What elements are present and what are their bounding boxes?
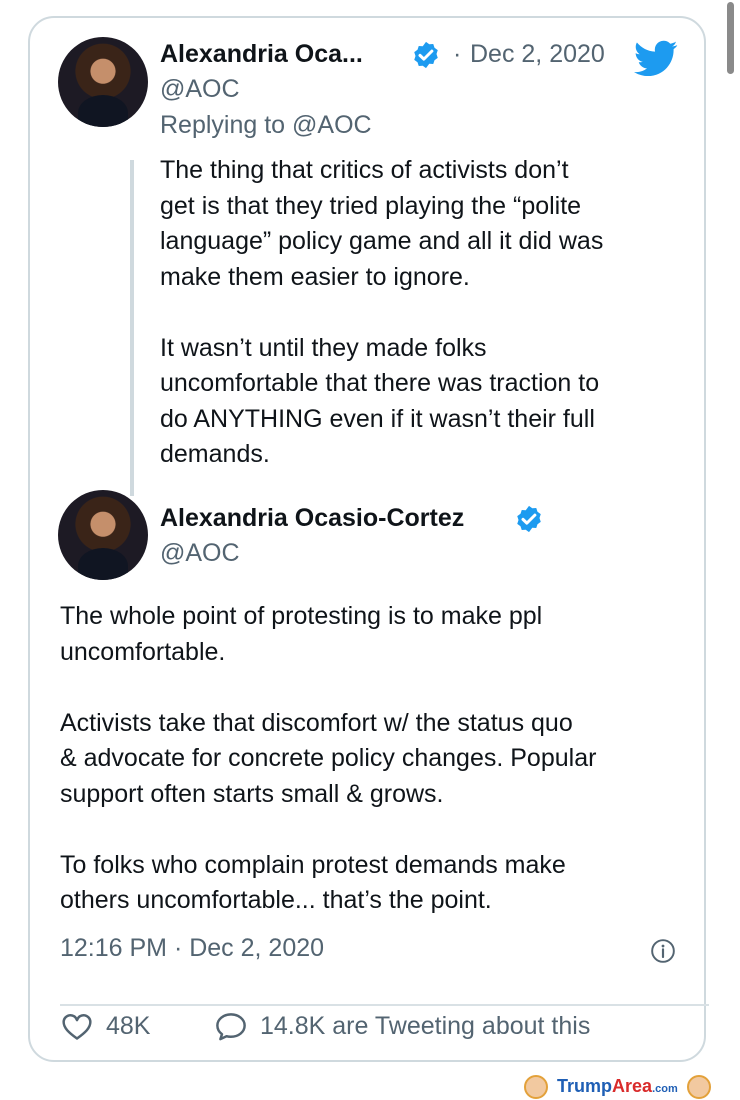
heart-icon [62, 1014, 92, 1040]
watermark-face-icon [524, 1075, 548, 1099]
twitter-bird-icon[interactable] [634, 40, 678, 78]
reply-bubble-icon [216, 1013, 246, 1041]
first-tweet-avatar[interactable] [58, 37, 148, 127]
watermark-brand-accent: Area [612, 1075, 653, 1096]
page-scrollbar[interactable] [727, 2, 734, 74]
engagement-divider [60, 1004, 709, 1006]
first-tweet-handle[interactable]: @AOC [160, 75, 240, 104]
first-tweet-date[interactable]: Dec 2, 2020 [470, 40, 605, 69]
watermark-brand-main: Trump [557, 1075, 613, 1096]
watermark-face-icon-right [686, 1075, 711, 1099]
first-tweet-body: The thing that critics of activists don’… [160, 156, 604, 468]
main-tweet-timestamp[interactable]: 12:16 PM · Dec 2, 2020 [60, 934, 324, 963]
like-count: 48K [106, 1011, 151, 1040]
watermark-logo: TrumpArea.com [524, 1075, 711, 1099]
date-separator-dot: · [453, 40, 462, 68]
verified-badge-icon [414, 41, 438, 69]
verified-badge-icon [517, 505, 541, 533]
main-tweet-avatar[interactable] [58, 490, 148, 580]
main-tweet-handle[interactable]: @AOC [160, 539, 240, 568]
first-tweet-author-name[interactable]: Alexandria Oca... [160, 40, 363, 69]
tweeting-about-this-link[interactable]: 14.8K are Tweeting about this [214, 1011, 591, 1041]
main-tweet-body: The whole point of protesting is to make… [60, 602, 597, 914]
tweeting-about-this-text: 14.8K are Tweeting about this [260, 1011, 591, 1040]
info-icon[interactable] [650, 938, 676, 964]
thread-connector-line [130, 160, 134, 496]
replying-to-label[interactable]: Replying to @AOC [160, 111, 372, 140]
like-button[interactable]: 48K [60, 1012, 150, 1040]
tweet-embed-card: Alexandria Oca... · Dec 2, 2020 @AOC Rep… [28, 16, 709, 1062]
main-tweet-author-name[interactable]: Alexandria Ocasio-Cortez [160, 504, 464, 533]
watermark-brand-suffix: .com [652, 1082, 678, 1095]
